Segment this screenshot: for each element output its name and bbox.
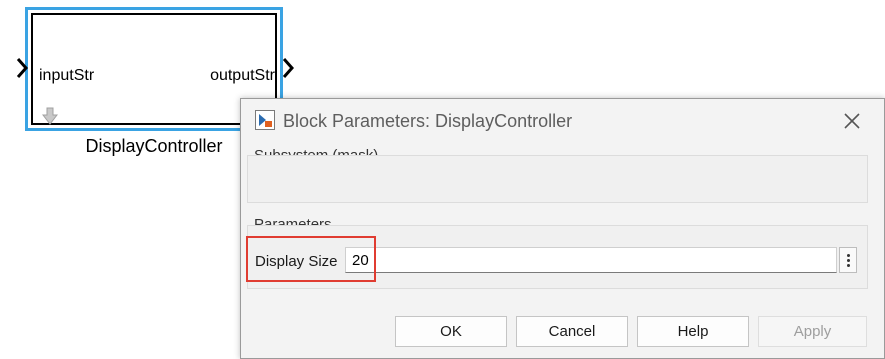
input-port-label: inputStr [39,67,95,84]
output-port-arrow-icon[interactable] [282,57,294,79]
display-size-input[interactable] [345,247,837,273]
ok-button[interactable]: OK [395,316,507,347]
simulink-block-icon [255,110,275,130]
arrow-down-icon [42,107,58,125]
input-port-arrow-icon[interactable] [16,57,28,79]
close-icon[interactable] [840,109,864,133]
kebab-menu-icon[interactable] [839,247,857,273]
output-port-label: outputStr [210,67,275,84]
mask-description-box [247,155,868,203]
apply-button[interactable]: Apply [758,316,867,347]
dialog-title-bar[interactable]: Block Parameters: DisplayController [241,99,884,143]
cancel-button[interactable]: Cancel [516,316,628,347]
dialog-title: Block Parameters: DisplayController [283,111,573,131]
help-button[interactable]: Help [637,316,749,347]
display-size-label: Display Size [255,253,338,270]
